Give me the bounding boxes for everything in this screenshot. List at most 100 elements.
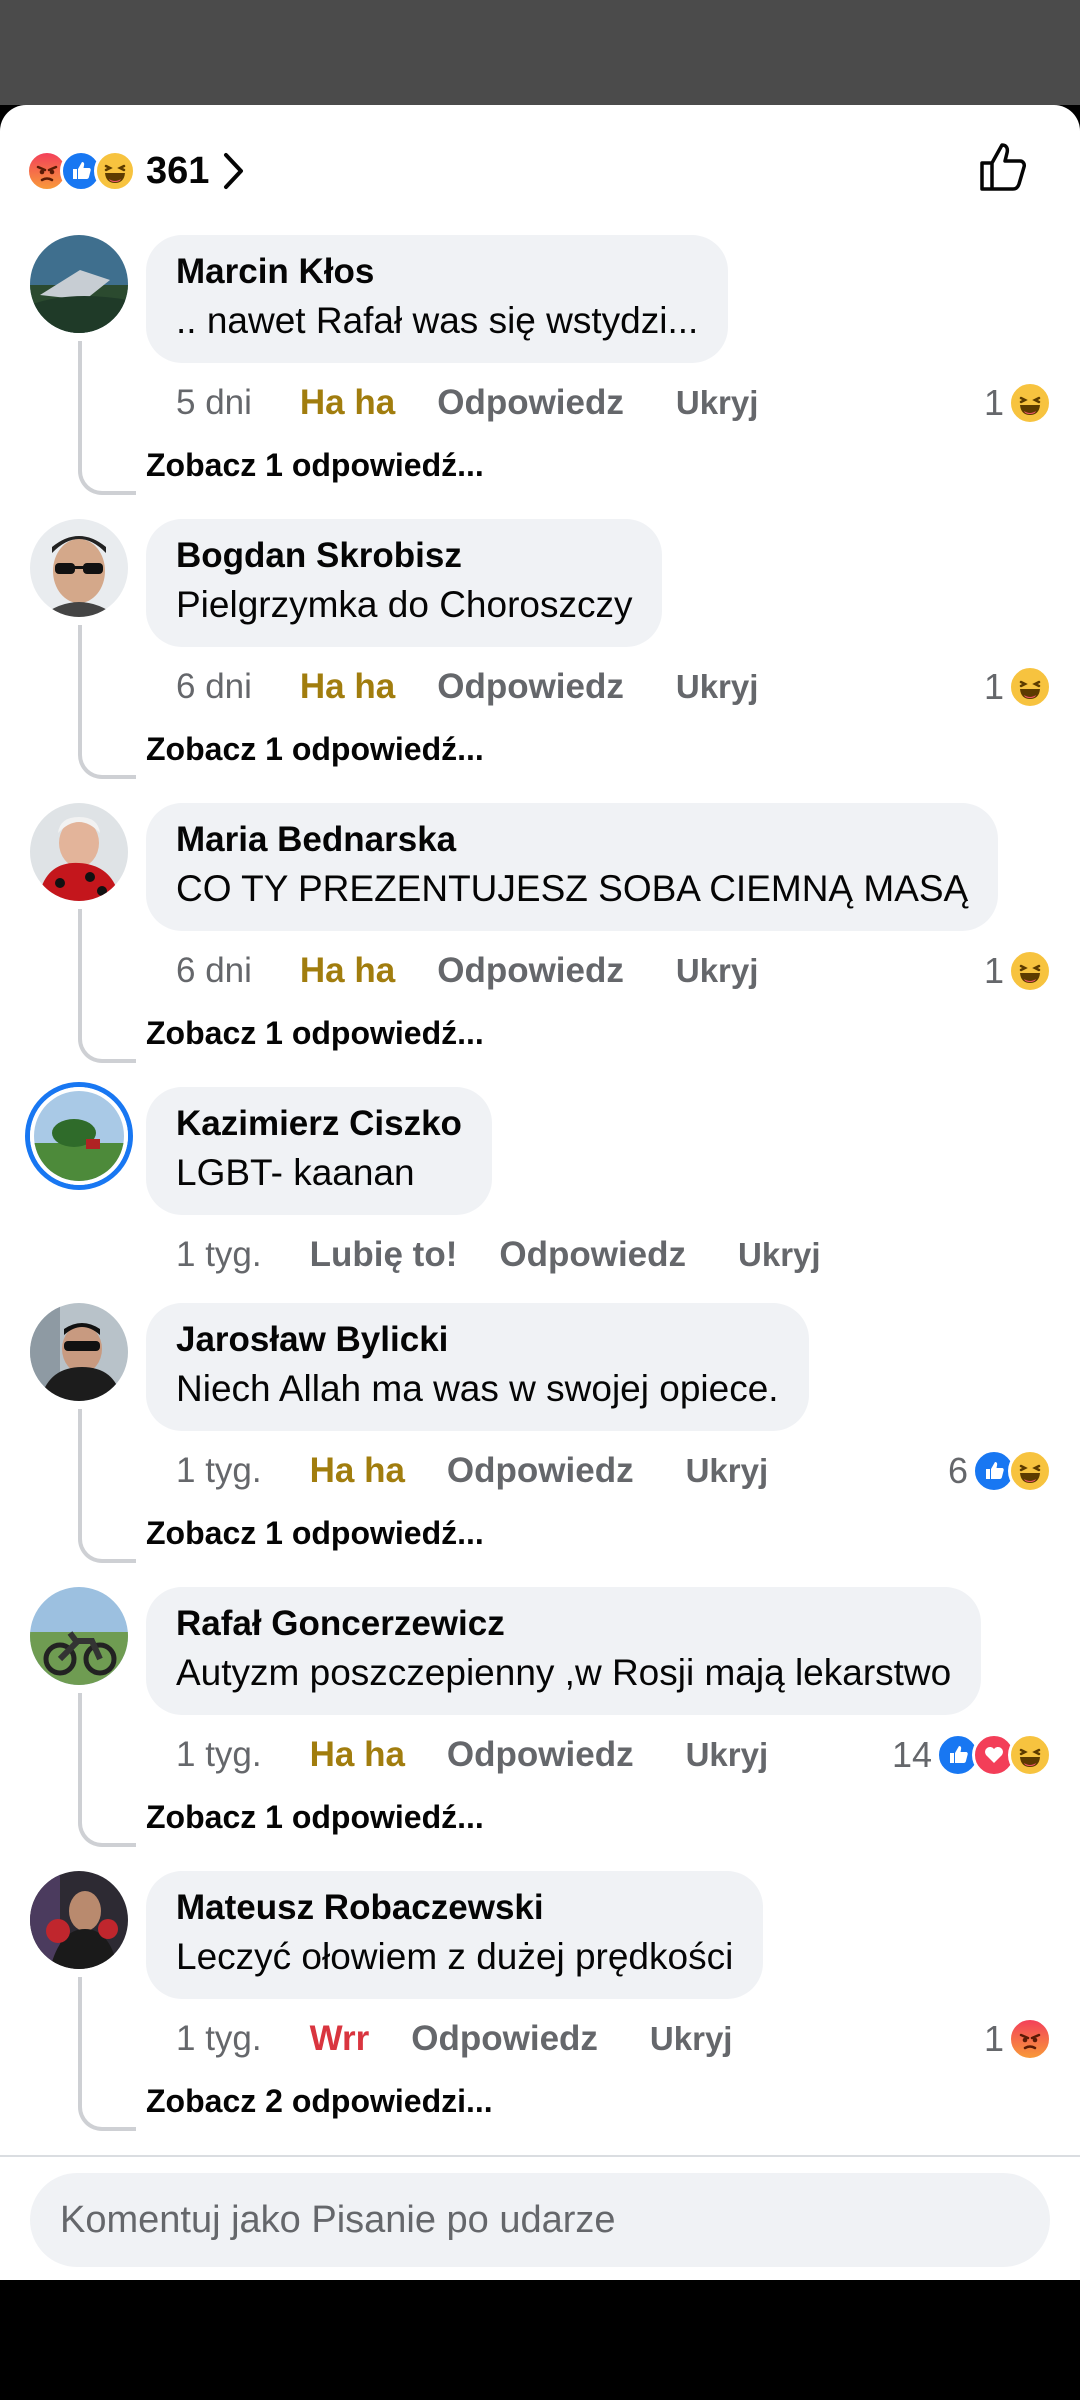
avatar[interactable] bbox=[30, 235, 128, 333]
comment-reactions[interactable]: 1 bbox=[984, 375, 1052, 431]
reply-button[interactable]: Odpowiedz bbox=[411, 2019, 598, 2059]
hide-button[interactable]: Ukryj bbox=[676, 384, 759, 422]
see-replies-link[interactable]: Zobacz 1 odpowiedź... bbox=[146, 729, 484, 769]
comment-actions: 6 dni Ha ha Odpowiedz Ukryj bbox=[176, 659, 758, 715]
comment-author[interactable]: Mateusz Robaczewski bbox=[176, 1885, 733, 1931]
comment-text: .. nawet Rafał was się wstydzi... bbox=[176, 300, 699, 341]
comment-time[interactable]: 1 tyg. bbox=[176, 1235, 262, 1275]
comment-actions: 5 dni Ha ha Odpowiedz Ukryj bbox=[176, 375, 758, 431]
comment-bubble[interactable]: Kazimierz Ciszko LGBT- kaanan bbox=[146, 1087, 492, 1215]
reaction-button[interactable]: Ha ha bbox=[300, 383, 395, 423]
hide-button[interactable]: Ukryj bbox=[738, 1236, 821, 1274]
comment-text: Pielgrzymka do Choroszczy bbox=[176, 584, 633, 625]
avatar[interactable] bbox=[30, 1303, 128, 1401]
haha-reaction-icon bbox=[1008, 1733, 1052, 1777]
thread-line bbox=[78, 341, 136, 495]
haha-reaction-icon bbox=[1008, 1449, 1052, 1493]
comment-bubble[interactable]: Jarosław Bylicki Niech Allah ma was w sw… bbox=[146, 1303, 809, 1431]
reply-button[interactable]: Odpowiedz bbox=[437, 383, 624, 423]
see-replies-link[interactable]: Zobacz 1 odpowiedź... bbox=[146, 445, 484, 485]
comment-actions: 6 dni Ha ha Odpowiedz Ukryj bbox=[176, 943, 758, 999]
reaction-count: 1 bbox=[983, 950, 1004, 991]
comment-time[interactable]: 5 dni bbox=[176, 383, 252, 423]
comment-bubble[interactable]: Maria Bednarska CO TY PREZENTUJESZ SOBA … bbox=[146, 803, 999, 931]
hide-button[interactable]: Ukryj bbox=[650, 2020, 733, 2058]
reaction-count: 6 bbox=[947, 1450, 968, 1491]
reaction-count: 1 bbox=[983, 666, 1004, 707]
reaction-count: 1 bbox=[983, 2018, 1004, 2059]
hide-button[interactable]: Ukryj bbox=[676, 952, 759, 990]
chevron-right-icon bbox=[224, 153, 244, 189]
avatar[interactable] bbox=[30, 1587, 128, 1685]
comment-actions: 1 tyg. Ha ha Odpowiedz Ukryj bbox=[176, 1727, 768, 1783]
hide-button[interactable]: Ukryj bbox=[686, 1736, 769, 1774]
comment-author[interactable]: Bogdan Skrobisz bbox=[176, 533, 632, 579]
see-replies-link[interactable]: Zobacz 1 odpowiedź... bbox=[146, 1013, 484, 1053]
comment-actions: 1 tyg. Wrr Odpowiedz Ukryj bbox=[176, 2011, 732, 2067]
comment-time[interactable]: 1 tyg. bbox=[176, 1735, 262, 1775]
reaction-button[interactable]: Ha ha bbox=[310, 1735, 405, 1775]
comment-author[interactable]: Kazimierz Ciszko bbox=[176, 1101, 462, 1147]
comment-input[interactable]: Komentuj jako Pisanie po udarze bbox=[30, 2173, 1050, 2267]
see-replies-link[interactable]: Zobacz 1 odpowiedź... bbox=[146, 1513, 484, 1553]
comment-time[interactable]: 6 dni bbox=[176, 667, 252, 707]
angry-reaction-icon bbox=[1008, 2017, 1052, 2061]
reactions-total-count: 361 bbox=[146, 149, 210, 192]
avatar[interactable] bbox=[30, 803, 128, 901]
comment-bubble[interactable]: Bogdan Skrobisz Pielgrzymka do Choroszcz… bbox=[146, 519, 663, 647]
reaction-button[interactable]: Wrr bbox=[310, 2019, 370, 2059]
reply-button[interactable]: Odpowiedz bbox=[499, 1235, 686, 1275]
reply-button[interactable]: Odpowiedz bbox=[437, 667, 624, 707]
haha-reaction-icon bbox=[1008, 949, 1052, 993]
haha-reaction-icon bbox=[1008, 381, 1052, 425]
hide-button[interactable]: Ukryj bbox=[676, 668, 759, 706]
reaction-button[interactable]: Lubię to! bbox=[310, 1235, 458, 1275]
composer-divider bbox=[0, 2155, 1080, 2157]
reaction-count: 1 bbox=[983, 382, 1004, 423]
system-nav-bar bbox=[0, 2280, 1080, 2400]
reaction-button[interactable]: Ha ha bbox=[310, 1451, 405, 1491]
comment-reactions[interactable]: 1 bbox=[984, 2011, 1052, 2067]
comment-time[interactable]: 1 tyg. bbox=[176, 2019, 262, 2059]
comment-reactions[interactable]: 1 bbox=[984, 943, 1052, 999]
comment-bubble[interactable]: Rafał Goncerzewicz Autyzm poszczepienny … bbox=[146, 1587, 982, 1715]
comment-author[interactable]: Rafał Goncerzewicz bbox=[176, 1601, 951, 1647]
thread-line bbox=[78, 1977, 136, 2131]
haha-reaction-icon bbox=[1008, 665, 1052, 709]
see-replies-link[interactable]: Zobacz 2 odpowiedzi... bbox=[146, 2081, 493, 2121]
dimmed-background[interactable] bbox=[0, 0, 1080, 105]
reaction-button[interactable]: Ha ha bbox=[300, 667, 395, 707]
comment-author[interactable]: Jarosław Bylicki bbox=[176, 1317, 779, 1363]
comment-reactions[interactable]: 6 bbox=[948, 1443, 1052, 1499]
comment-time[interactable]: 6 dni bbox=[176, 951, 252, 991]
comment-text: Leczyć ołowiem z dużej prędkości bbox=[176, 1936, 734, 1977]
comment-time[interactable]: 1 tyg. bbox=[176, 1451, 262, 1491]
reaction-button[interactable]: Ha ha bbox=[300, 951, 395, 991]
thread-line bbox=[78, 625, 136, 779]
reply-button[interactable]: Odpowiedz bbox=[447, 1451, 634, 1491]
thumbs-up-icon[interactable] bbox=[976, 139, 1032, 195]
avatar[interactable] bbox=[30, 1871, 128, 1969]
avatar[interactable] bbox=[30, 519, 128, 617]
comment-bubble[interactable]: Marcin Kłos .. nawet Rafał was się wstyd… bbox=[146, 235, 729, 363]
thread-line bbox=[78, 909, 136, 1063]
avatar[interactable] bbox=[30, 1087, 128, 1185]
comment-reactions[interactable]: 1 bbox=[984, 659, 1052, 715]
comment-text: Autyzm poszczepienny ,w Rosji mają lekar… bbox=[176, 1652, 952, 1693]
thread-line bbox=[78, 1409, 136, 1563]
comment-text: CO TY PREZENTUJESZ SOBA CIEMNĄ MASĄ bbox=[176, 868, 969, 909]
comment-author[interactable]: Maria Bednarska bbox=[176, 817, 968, 863]
comment-bubble[interactable]: Mateusz Robaczewski Leczyć ołowiem z duż… bbox=[146, 1871, 764, 1999]
comment-reactions[interactable]: 14 bbox=[892, 1727, 1052, 1783]
reply-button[interactable]: Odpowiedz bbox=[447, 1735, 634, 1775]
hide-button[interactable]: Ukryj bbox=[686, 1452, 769, 1490]
comment-author[interactable]: Marcin Kłos bbox=[176, 249, 698, 295]
comment-actions: 1 tyg. Ha ha Odpowiedz Ukryj bbox=[176, 1443, 768, 1499]
haha-reaction-icon bbox=[94, 150, 136, 192]
reply-button[interactable]: Odpowiedz bbox=[437, 951, 624, 991]
see-replies-link[interactable]: Zobacz 1 odpowiedź... bbox=[146, 1797, 484, 1837]
comment-text: LGBT- kaanan bbox=[176, 1152, 415, 1193]
comment-text: Niech Allah ma was w swojej opiece. bbox=[176, 1368, 779, 1409]
comment-actions: 1 tyg. Lubię to! Odpowiedz Ukryj bbox=[176, 1227, 821, 1283]
reactions-summary[interactable]: 361 bbox=[26, 141, 247, 201]
